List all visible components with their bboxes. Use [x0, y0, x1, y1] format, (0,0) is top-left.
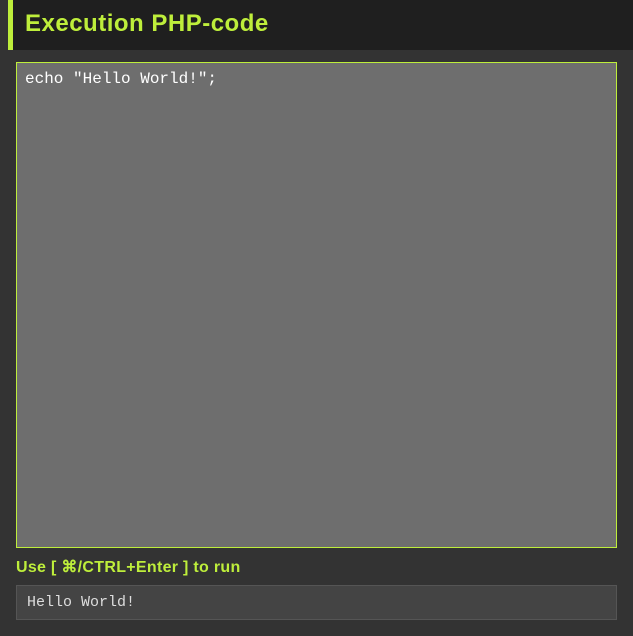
run-shortcut-hint: Use [ ⌘/CTRL+Enter ] to run — [16, 553, 617, 585]
execution-output: Hello World! — [16, 585, 617, 620]
php-code-input[interactable] — [16, 62, 617, 548]
panel-body: Use [ ⌘/CTRL+Enter ] to run Hello World! — [0, 50, 633, 636]
panel-header: Execution PHP-code — [8, 0, 633, 50]
panel-title: Execution PHP-code — [25, 10, 621, 38]
